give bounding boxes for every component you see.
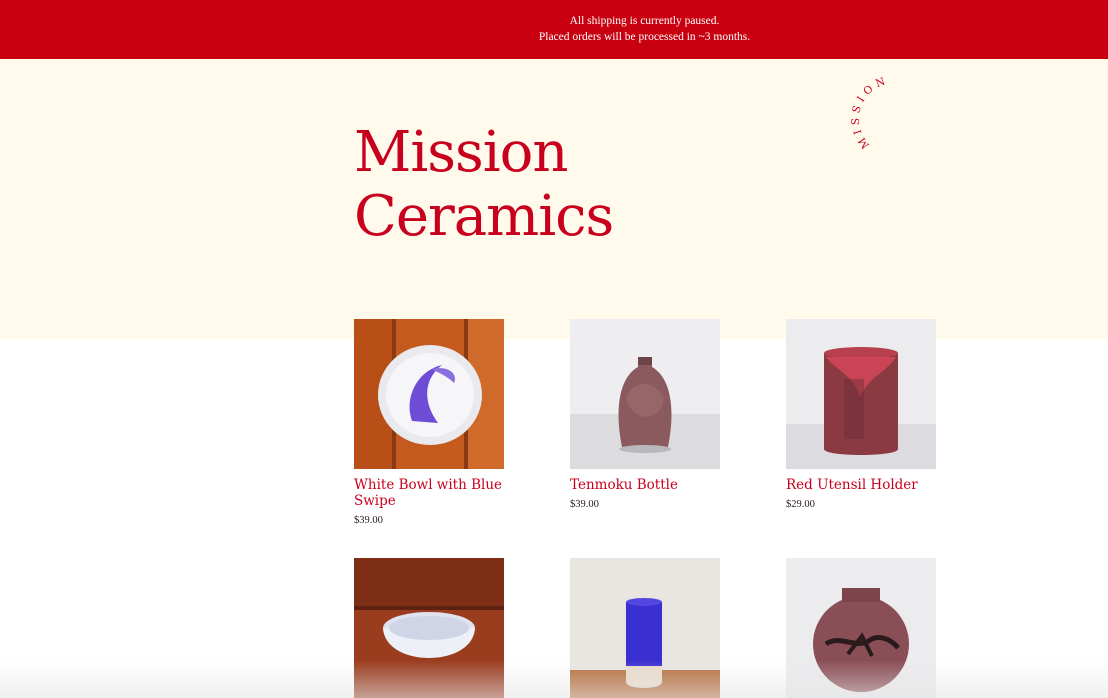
title-line-2: Ceramics bbox=[354, 184, 614, 249]
product-name[interactable]: Red Utensil Holder bbox=[786, 477, 946, 493]
product-price: $39.00 bbox=[570, 499, 599, 510]
product-image[interactable] bbox=[570, 558, 720, 698]
logo-text: MISSION CERAMICS bbox=[843, 63, 894, 151]
product-image[interactable] bbox=[786, 319, 936, 469]
circular-logo[interactable]: MISSION CERAMICS bbox=[843, 63, 940, 166]
banner-line-2: Placed orders will be processed in ~3 mo… bbox=[538, 31, 751, 43]
page-title[interactable]: Mission Ceramics bbox=[354, 120, 614, 249]
product-image[interactable] bbox=[786, 558, 936, 698]
product-price: $29.00 bbox=[786, 499, 815, 510]
logo-icon: MISSION CERAMICS bbox=[843, 63, 897, 151]
title-line-1: Mission bbox=[354, 120, 568, 185]
product-image[interactable] bbox=[354, 319, 504, 469]
product-price: $39.00 bbox=[354, 515, 383, 526]
svg-text:MISSION CERAMICS: MISSION CERAMICS bbox=[850, 72, 897, 151]
product-name[interactable]: Tenmoku Bottle bbox=[570, 477, 730, 493]
shipping-banner: All shipping is currently paused. Placed… bbox=[0, 0, 1108, 59]
product-image[interactable] bbox=[570, 319, 720, 469]
banner-line-1: All shipping is currently paused. bbox=[569, 15, 720, 27]
bottom-fade bbox=[0, 660, 1108, 698]
product-image[interactable] bbox=[354, 558, 504, 698]
product-name[interactable]: White Bowl with Blue Swipe bbox=[354, 477, 514, 509]
